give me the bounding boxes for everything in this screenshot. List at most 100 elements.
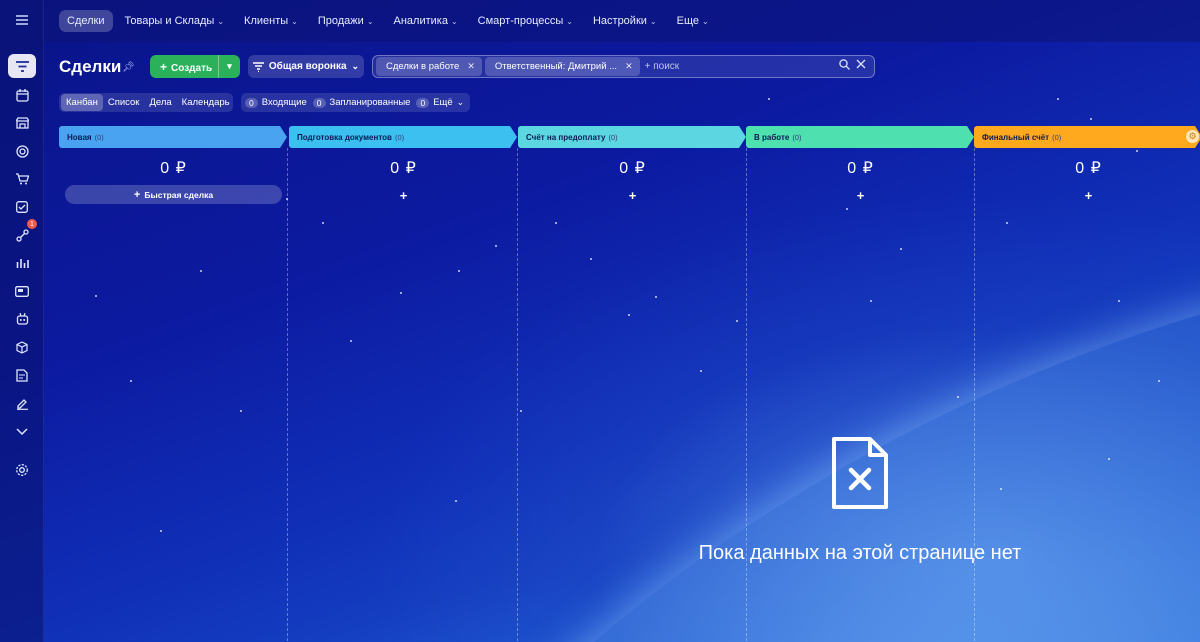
chevron-down-icon: ⌄ xyxy=(217,17,225,26)
left-sidebar: 1 xyxy=(0,0,44,642)
analytics-icon[interactable] xyxy=(8,251,36,275)
create-button[interactable]: + Создать ▾ xyxy=(150,55,240,78)
counter-item[interactable]: 0 Ещё ⌄ xyxy=(416,97,464,108)
nav-item[interactable]: Продажи ⌄ xyxy=(310,10,382,32)
nav-item-label: Смарт-процессы xyxy=(477,15,564,27)
nav-item-label: Настройки xyxy=(592,15,647,27)
column-header[interactable]: Финальный счёт (0) xyxy=(974,126,1200,148)
filter-chip-label: Сделки в работе xyxy=(386,61,460,72)
nav-item[interactable]: Товары и Склады ⌄ xyxy=(117,10,233,32)
counter-item[interactable]: 0 Входящие xyxy=(245,97,307,108)
view-switcher: Канбан Список Дела Календарь xyxy=(59,93,233,112)
nav-item-label: Сделки xyxy=(67,15,105,27)
column-title: Новая xyxy=(67,132,92,142)
nav-item[interactable]: Смарт-процессы ⌄ xyxy=(470,10,581,32)
add-deal-plus-icon[interactable]: + xyxy=(746,188,975,203)
nav-item-label: Товары и Склады xyxy=(124,15,215,27)
store-icon[interactable] xyxy=(8,111,36,135)
column-sum: 0 ₽ xyxy=(1075,160,1102,177)
column-sum: 0 ₽ xyxy=(160,160,187,177)
close-icon[interactable]: ✕ xyxy=(625,61,633,72)
chevron-down-icon: ⌄ xyxy=(291,17,298,26)
clear-search-icon[interactable] xyxy=(856,59,866,69)
pin-icon[interactable]: 📌︎ xyxy=(122,62,135,73)
column-count: (0) xyxy=(94,132,104,142)
checklist-icon[interactable] xyxy=(8,195,36,219)
kanban-column: Подготовка документов (0) 0 ₽ + xyxy=(289,126,518,642)
search-input[interactable] xyxy=(644,61,845,72)
column-sum: 0 ₽ xyxy=(390,160,417,177)
add-deal-plus-icon[interactable]: + xyxy=(289,188,518,203)
search-icon[interactable] xyxy=(839,59,850,70)
view-tab[interactable]: Календарь xyxy=(177,94,235,111)
column-title: В работе xyxy=(754,132,790,142)
star xyxy=(1057,98,1059,100)
counter-item[interactable]: 0 Запланированные xyxy=(312,97,411,108)
chevron-down-icon[interactable] xyxy=(8,420,36,444)
nav-item-label: Аналитика xyxy=(393,15,448,27)
automation-icon[interactable]: 1 xyxy=(8,219,37,247)
payment-icon[interactable] xyxy=(8,279,36,303)
notification-badge: 1 xyxy=(27,219,37,229)
column-header[interactable]: Новая (0) xyxy=(59,126,287,148)
nav-item[interactable]: Еще ⌄ xyxy=(669,10,717,32)
filter-search-bar[interactable]: Сделки в работе ✕ Ответственный: Дмитрий… xyxy=(372,55,875,78)
close-icon[interactable]: ✕ xyxy=(467,61,475,72)
filter-chip[interactable]: Ответственный: Дмитрий ... ✕ xyxy=(484,57,640,76)
sign-icon[interactable] xyxy=(8,391,36,415)
column-title: Финальный счёт xyxy=(982,132,1050,142)
nav-item[interactable]: Настройки ⌄ xyxy=(585,10,665,32)
target-icon[interactable] xyxy=(8,139,36,163)
column-header[interactable]: В работе (0) xyxy=(746,126,974,148)
funnel-selector-label: Общая воронка xyxy=(268,61,347,72)
empty-state-message: Пока данных на этой странице нет xyxy=(698,542,1022,564)
counter-label: Запланированные xyxy=(329,97,411,108)
menu-icon[interactable] xyxy=(8,8,36,32)
chevron-down-icon: ⌄ xyxy=(456,97,465,107)
column-header[interactable]: Счёт на предоплату (0) xyxy=(518,126,746,148)
nav-item[interactable]: Аналитика ⌄ xyxy=(386,10,466,32)
plus-icon: + xyxy=(133,188,141,201)
quick-deal-button[interactable]: + Быстрая сделка xyxy=(65,185,282,204)
calendar-icon[interactable] xyxy=(8,83,36,107)
column-count: (0) xyxy=(394,132,405,142)
cart-icon[interactable] xyxy=(8,167,36,191)
document-icon[interactable] xyxy=(8,363,36,387)
create-dropdown-chevron-icon[interactable]: ▾ xyxy=(218,55,240,78)
funnel-selector[interactable]: Общая воронка ⌄ xyxy=(248,55,364,78)
nav-item-label: Продажи xyxy=(317,15,364,27)
no-data-document-icon xyxy=(832,437,888,509)
column-divider xyxy=(287,148,288,642)
top-navigation: Сделки Товары и Склады ⌄ Клиенты ⌄ Продажи ⌄ Ан… xyxy=(44,0,1200,42)
view-tab[interactable]: Список xyxy=(103,94,145,111)
chevron-down-icon: ⌄ xyxy=(450,17,458,26)
activity-counters: 0 Входящие 0 Запланированные 0 Ещё ⌄ xyxy=(241,93,470,112)
nav-item[interactable]: Сделки xyxy=(59,10,113,32)
robot-icon[interactable] xyxy=(8,307,36,331)
kanban-column: Новая (0) 0 ₽ + Быстрая сделка xyxy=(59,126,288,642)
nav-item-label: Еще xyxy=(676,15,699,27)
column-settings-icon[interactable]: ⚙ xyxy=(1186,130,1199,143)
filter-icon[interactable] xyxy=(8,54,36,78)
column-count: (0) xyxy=(608,132,618,142)
box-icon[interactable] xyxy=(8,335,36,359)
counter-value: 0 xyxy=(245,97,258,108)
view-tab[interactable]: Дела xyxy=(144,94,176,111)
chevron-down-icon: ⌄ xyxy=(366,17,374,26)
counter-label: Ещё xyxy=(433,97,453,108)
column-sum: 0 ₽ xyxy=(847,160,874,177)
view-tab[interactable]: Канбан xyxy=(61,94,103,111)
create-button-label: Создать xyxy=(171,62,213,74)
column-title: Подготовка документов xyxy=(297,132,392,142)
star xyxy=(1090,118,1092,120)
quick-deal-label: Быстрая сделка xyxy=(144,189,214,200)
column-header[interactable]: Подготовка документов (0) xyxy=(289,126,517,148)
nav-item[interactable]: Клиенты ⌄ xyxy=(236,10,306,32)
nav-item-label: Клиенты xyxy=(244,15,289,27)
add-deal-plus-icon[interactable]: + xyxy=(518,188,747,203)
add-deal-plus-icon[interactable]: + xyxy=(974,188,1200,203)
gear-icon[interactable] xyxy=(8,458,36,482)
filter-chip[interactable]: Сделки в работе ✕ xyxy=(376,57,482,76)
counter-value: 0 xyxy=(416,97,430,108)
chevron-down-icon: ⌄ xyxy=(566,17,573,26)
